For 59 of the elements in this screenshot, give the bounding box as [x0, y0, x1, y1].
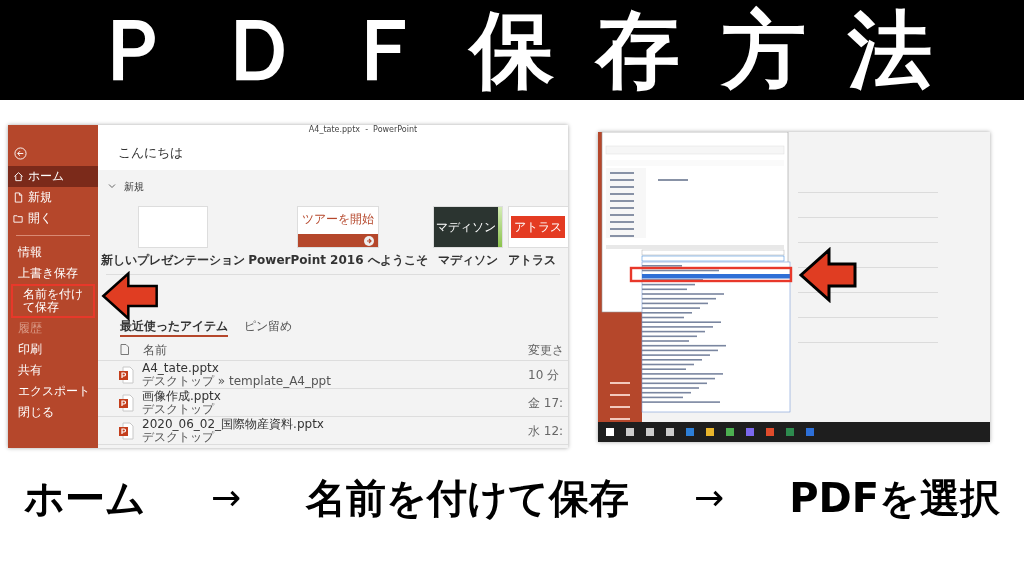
section-heading: 新規 — [124, 179, 144, 194]
folder-icon — [13, 213, 24, 224]
sidebar-item[interactable]: 印刷 — [8, 339, 98, 360]
column-header[interactable]: 名前 — [143, 340, 528, 359]
file-row[interactable]: 2020_06_02_国際物産資料.pptx デスクトップ 水 12: — [98, 417, 568, 445]
step-arrow: → — [210, 476, 242, 520]
atlas-template-thumbnail[interactable]: アトラス — [508, 206, 568, 248]
template-label[interactable]: アトラス — [508, 254, 556, 267]
sidebar-item[interactable]: ホーム — [8, 166, 98, 187]
window-title: A4_tate.pptx - PowerPoint — [308, 125, 418, 135]
thumbnail-text: アトラス — [514, 219, 562, 236]
sidebar-item[interactable]: 開く — [8, 208, 98, 229]
sidebar-item[interactable]: 情報 — [8, 242, 98, 263]
sidebar-item[interactable]: エクスポート — [8, 381, 98, 402]
pointer-arrow — [798, 247, 858, 303]
step-arrow: → — [694, 476, 725, 520]
sidebar-item[interactable]: 名前を付けて保存 — [11, 284, 95, 318]
template-label[interactable]: マディソン — [438, 254, 498, 267]
sidebar-item[interactable]: 共有 — [8, 360, 98, 381]
file-path: デスクトップ — [142, 402, 215, 416]
modified-time: 金 17: — [528, 394, 565, 412]
back-icon[interactable] — [14, 147, 27, 160]
modified-time: 10 分 — [528, 366, 561, 384]
document-icon — [13, 192, 24, 203]
file-row[interactable]: A4_tate.pptx デスクトップ » template_A4_ppt 10 分 — [98, 361, 568, 389]
step-label: ホーム — [24, 474, 146, 523]
chevron-down-icon[interactable] — [108, 182, 116, 190]
modified-time: 水 12: — [528, 422, 565, 440]
tab[interactable]: 最近使ったアイテム — [120, 319, 228, 337]
sidebar-item[interactable]: 閉じる — [8, 402, 98, 423]
greeting-heading: こんにちは — [117, 144, 184, 162]
madison-template-thumbnail[interactable]: マディソン — [433, 206, 503, 248]
gradient-strip — [498, 207, 502, 247]
thumbnail-text: マディソン — [436, 219, 496, 236]
file-row[interactable]: 画像作成.pptx デスクトップ 金 17: — [98, 389, 568, 417]
sidebar-item[interactable]: 上書き保存 — [8, 263, 98, 284]
file-name: 画像作成.pptx — [142, 389, 222, 403]
pptx-file-icon — [118, 421, 134, 440]
file-path: デスクトップ » template_A4_ppt — [142, 374, 332, 388]
pptx-file-icon — [118, 393, 134, 412]
banner-title: ＰＤＦ保存方法 — [92, 8, 974, 92]
thumbnail-text: ツアーを開始 — [301, 211, 375, 225]
file-name: A4_tate.pptx — [142, 361, 220, 375]
arrow-circle-icon — [364, 235, 374, 246]
tour-template-thumbnail[interactable]: ツアーを開始 — [297, 206, 379, 248]
file-path: デスクトップ — [142, 430, 215, 444]
tab[interactable]: ピン留め — [244, 319, 292, 335]
step-label: PDFを選択 — [789, 474, 1000, 523]
column-header[interactable]: 変更さ — [528, 340, 568, 359]
document-icon — [120, 344, 129, 355]
file-name: 2020_06_02_国際物産資料.pptx — [142, 417, 325, 431]
home-icon — [13, 171, 24, 182]
step-label: 名前を付けて保存 — [306, 474, 630, 523]
pptx-file-icon — [118, 365, 134, 384]
sidebar-item[interactable]: 新規 — [8, 187, 98, 208]
pointer-arrow — [100, 271, 160, 321]
template-label[interactable]: PowerPoint 2016 へようこそ — [248, 254, 428, 267]
blank-template-thumbnail[interactable] — [138, 206, 208, 248]
template-label[interactable]: 新しいプレゼンテーション — [101, 254, 245, 267]
